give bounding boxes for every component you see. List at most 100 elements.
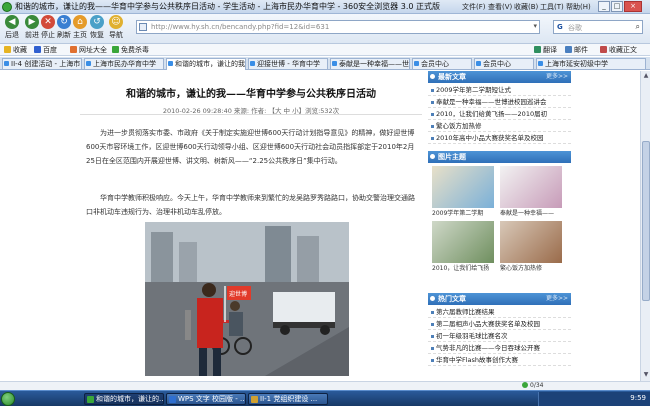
fav-antivirus[interactable]: 免费杀毒 xyxy=(112,45,149,55)
address-url: http://www.hy.sh.cn/bencandy.php?fid=12&… xyxy=(151,23,330,31)
task-wps[interactable]: WPS 文字 校园版 - ... xyxy=(166,393,246,405)
tab-2[interactable]: 上海市民办华育中学 xyxy=(84,58,164,69)
menu-file[interactable]: 文件(F) xyxy=(462,2,486,12)
hot-article-link[interactable]: 初一年级羽毛球比赛名次 xyxy=(428,330,571,342)
latest-article-link[interactable]: 奉献是一种幸福——世博进校园巡讲会 xyxy=(428,96,571,108)
restore-button[interactable]: ↺ 恢复 xyxy=(89,15,105,40)
scroll-up-icon[interactable]: ▲ xyxy=(642,72,650,80)
scrollbar-thumb[interactable] xyxy=(642,141,650,301)
mail-icon xyxy=(565,46,572,53)
search-placeholder: 谷歌 xyxy=(568,24,582,32)
gallery-item[interactable]: 2009学年第二学期 xyxy=(432,166,498,217)
latest-article-link[interactable]: 2010，让我们给黄飞扬——2010届初 xyxy=(428,108,571,120)
bookmark-icon xyxy=(600,46,607,53)
system-tray: 9:59 xyxy=(538,392,650,406)
hot-article-link[interactable]: 气势非凡的比赛——今日吞球公开赛 xyxy=(428,342,571,354)
gallery-caption: 2009学年第二学期 xyxy=(432,210,484,217)
menu-view[interactable]: 查看(V) xyxy=(488,2,512,12)
tab-5[interactable]: 泰献是一种幸福——世博 xyxy=(330,58,410,69)
nav-smiley-icon: ☺ xyxy=(109,15,123,29)
start-button[interactable] xyxy=(1,392,15,406)
fav-baidu[interactable]: 百度 xyxy=(34,45,57,55)
address-bar[interactable]: http://www.hy.sh.cn/bencandy.php?fid=12&… xyxy=(136,20,540,34)
back-arrow-icon: ◀ xyxy=(5,15,19,29)
search-engine-icon[interactable]: G xyxy=(557,23,565,31)
tab-8[interactable]: 上海市延安初级中学 xyxy=(536,58,646,69)
tab-4[interactable]: 迎接世博 - 华育中学 xyxy=(248,58,328,69)
browser-logo-icon xyxy=(2,2,12,12)
hot-article-link[interactable]: 第六届教师比赛结果 xyxy=(428,306,571,318)
search-box[interactable]: G 谷歌 ⌕ xyxy=(553,20,643,34)
bullet-icon xyxy=(430,296,435,301)
latest-article-link[interactable]: 2009学年第二学期短让式 xyxy=(428,84,571,96)
right-sidebar: 最新文章 更多>> 2009学年第二学期短让式 奉献是一种幸福——世博进校园巡讲会… xyxy=(428,71,571,381)
article-paragraph-2: 华育中学教师积极响应。今天上午，华育中学教师来到繁忙的龙吴路罗秀路路口，协助交警… xyxy=(86,194,415,216)
gallery-thumbnail xyxy=(432,166,494,208)
latest-more-link[interactable]: 更多>> xyxy=(546,71,568,83)
minimize-button[interactable]: _ xyxy=(598,1,610,12)
tab-favicon xyxy=(168,61,173,66)
gallery-caption: 繁心饭方加热修 xyxy=(500,265,543,272)
gallery-header: 图片主题 xyxy=(428,151,571,163)
menu-favorites[interactable]: 收藏(B) xyxy=(514,2,538,12)
hot-article-link[interactable]: 华育中学Flash故事创作大赛 xyxy=(428,354,571,366)
gallery-thumbnail xyxy=(500,166,562,208)
address-dropdown-icon[interactable]: ▾ xyxy=(533,22,537,30)
status-counter: 0/34 xyxy=(522,382,543,389)
maximize-button[interactable]: □ xyxy=(611,1,623,12)
forward-arrow-icon: ▶ xyxy=(25,15,39,29)
gallery-caption: 2010，让我们给飞扬 xyxy=(432,265,490,272)
browser-app-icon xyxy=(87,396,94,403)
back-button[interactable]: ◀ 后退 xyxy=(4,15,20,40)
translate-button[interactable]: 翻译 xyxy=(534,45,557,55)
gallery-item[interactable]: 2010，让我们给飞扬 xyxy=(432,221,498,272)
task-browser[interactable]: 和谐的城市，谦让的... xyxy=(84,393,164,405)
article-title: 和谐的城市，谦让的我——华育中学参与公共秩序日活动 xyxy=(126,89,376,100)
tab-favicon xyxy=(538,61,543,66)
taskbar: 和谐的城市，谦让的... WPS 文字 校园版 - ... II-1 党组织建设… xyxy=(0,390,650,406)
favorites-menu[interactable]: 收藏 xyxy=(4,45,27,55)
home-icon: ⌂ xyxy=(73,15,87,29)
clock: 9:59 xyxy=(630,394,646,402)
tab-favicon xyxy=(414,61,419,66)
document-app-icon xyxy=(251,396,258,403)
vertical-scrollbar[interactable]: ▲ ▼ xyxy=(640,71,650,381)
task-document[interactable]: II-1 党组织建设 ... xyxy=(248,393,328,405)
article: 和谐的城市，谦让的我——华育中学参与公共秩序日活动 2010-02-26 09:… xyxy=(80,71,422,381)
tab-7[interactable]: 会员中心 xyxy=(474,58,534,69)
search-icon[interactable]: ⌕ xyxy=(636,22,640,32)
tab-6[interactable]: 会员中心 xyxy=(412,58,472,69)
gallery-item[interactable]: 奉献是一种幸福—— xyxy=(500,166,566,217)
page-content: 和谐的城市，谦让的我——华育中学参与公共秩序日活动 2010-02-26 09:… xyxy=(0,71,640,381)
scroll-down-icon[interactable]: ▼ xyxy=(642,371,650,379)
tab-bar: II-4 创建活动 - 上海市 上海市民办华育中学 和谐的城市，谦让的我 迎接世… xyxy=(0,57,650,70)
close-window-button[interactable]: × xyxy=(624,1,642,12)
security-shield-icon xyxy=(522,382,528,388)
wps-app-icon xyxy=(169,396,176,403)
tab-1[interactable]: II-4 创建活动 - 上海市 xyxy=(2,58,82,69)
divider xyxy=(80,114,422,115)
street-scene-photo xyxy=(145,222,349,376)
latest-article-link[interactable]: 2010年高中小品大赛获奖名单及校园 xyxy=(428,132,571,144)
hot-more-link[interactable]: 更多>> xyxy=(546,293,568,305)
nav-button[interactable]: ☺ 导航 xyxy=(108,15,124,40)
tab-favicon xyxy=(250,61,255,66)
save-article-button[interactable]: 收藏正文 xyxy=(600,45,637,55)
menu-help[interactable]: 帮助(H) xyxy=(566,2,591,12)
hot-article-link[interactable]: 第二届相声小品大赛获奖名单及校园 xyxy=(428,318,571,330)
title-bar: 和谐的城市，谦让的我——华育中学参与公共秩序日活动 - 学生活动 - 上海市民办… xyxy=(0,0,650,14)
photo-flag-text: 迎世博 xyxy=(229,291,248,298)
refresh-icon: ↻ xyxy=(57,15,71,29)
baidu-icon xyxy=(34,46,41,53)
menu-tools[interactable]: 工具(T) xyxy=(540,2,564,12)
tab-favicon xyxy=(4,61,9,66)
tab-3-active[interactable]: 和谐的城市，谦让的我 xyxy=(166,58,246,70)
latest-article-link[interactable]: 繁心饭方加热修 xyxy=(428,120,571,132)
hot-articles-header: 热门文章 更多>> xyxy=(428,293,571,305)
tab-favicon xyxy=(476,61,481,66)
stop-icon: ✕ xyxy=(41,15,55,29)
mail-button[interactable]: 邮件 xyxy=(565,45,588,55)
gallery-item[interactable]: 繁心饭方加热修 xyxy=(500,221,566,272)
fav-site-directory[interactable]: 网址大全 xyxy=(70,45,107,55)
gallery-thumbnail xyxy=(500,221,562,263)
